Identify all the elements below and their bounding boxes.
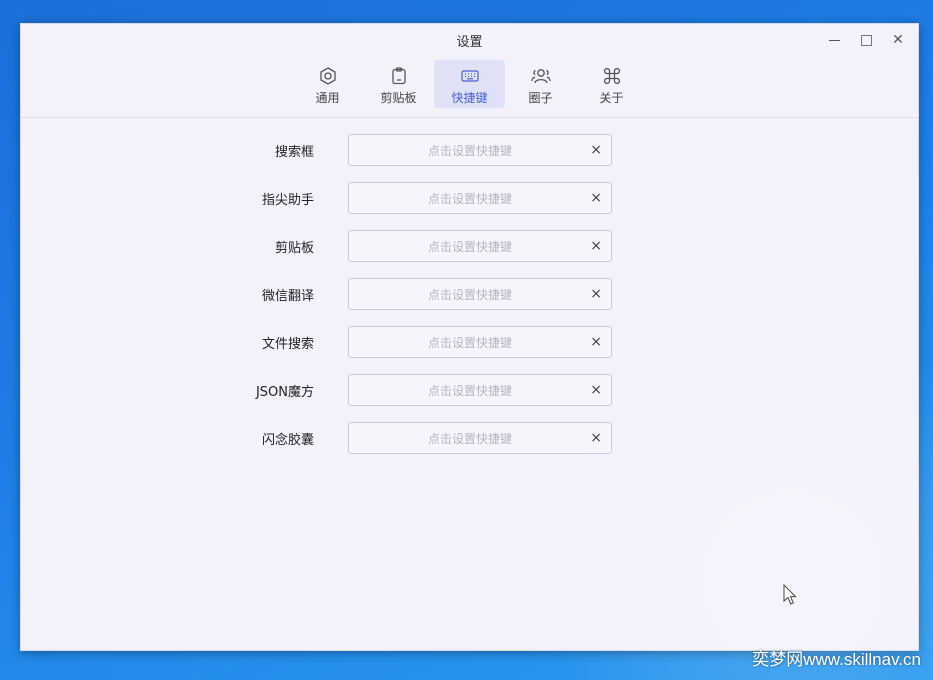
tab-general[interactable]: 通用 — [292, 60, 363, 108]
clear-icon[interactable]: × — [590, 381, 602, 399]
title-bar[interactable]: 设置 ✕ — [21, 24, 918, 54]
shortcut-label: 微信翻译 — [261, 289, 314, 304]
header-divider — [21, 117, 918, 118]
shortcut-label: JSON魔方 — [255, 385, 314, 400]
shortcut-label: 剪贴板 — [274, 241, 314, 256]
window-title: 设置 — [456, 35, 483, 50]
clipboard-icon — [388, 65, 410, 87]
shortcut-label: 指尖助手 — [261, 193, 314, 208]
shortcut-input-wechat-translate[interactable]: 点击设置快捷键 × — [348, 278, 612, 310]
tab-circle[interactable]: 圈子 — [505, 60, 576, 108]
shortcut-placeholder: 点击设置快捷键 — [427, 240, 512, 254]
minimize-button[interactable] — [818, 28, 850, 52]
maximize-icon — [860, 34, 872, 46]
tab-circle-label: 圈子 — [528, 91, 553, 105]
clear-icon[interactable]: × — [590, 333, 602, 351]
tab-shortcuts[interactable]: 快捷键 — [434, 60, 505, 108]
clear-icon[interactable]: × — [590, 285, 602, 303]
window-controls: ✕ — [818, 28, 914, 52]
watermark: 奕梦网www.skillnav.cn — [752, 650, 921, 669]
shortcut-input-flash-capsule[interactable]: 点击设置快捷键 × — [348, 422, 612, 454]
clear-icon[interactable]: × — [590, 141, 602, 159]
tab-about-label: 关于 — [599, 91, 624, 105]
mouse-pointer-icon — [783, 583, 797, 610]
shortcut-placeholder: 点击设置快捷键 — [427, 144, 512, 158]
maximize-button[interactable] — [850, 28, 882, 52]
desktop: 设置 ✕ 通用 剪贴板 快捷键 圈子 关于 搜索框 点击设置快捷键 × 指尖助手… — [0, 0, 933, 680]
clear-icon[interactable]: × — [590, 237, 602, 255]
shortcut-label: 搜索框 — [274, 145, 314, 160]
close-icon: ✕ — [892, 32, 904, 48]
settings-window: 设置 ✕ 通用 剪贴板 快捷键 圈子 关于 搜索框 点击设置快捷键 × 指尖助手… — [20, 23, 919, 651]
close-button[interactable]: ✕ — [882, 28, 914, 52]
tab-shortcuts-label: 快捷键 — [451, 91, 488, 105]
tab-clipboard[interactable]: 剪贴板 — [363, 60, 434, 108]
shortcut-placeholder: 点击设置快捷键 — [427, 192, 512, 206]
shortcut-input-fingertip[interactable]: 点击设置快捷键 × — [348, 182, 612, 214]
group-icon — [530, 65, 552, 87]
shortcut-label: 文件搜索 — [261, 337, 314, 352]
shortcut-placeholder: 点击设置快捷键 — [427, 336, 512, 350]
shortcut-row-json-cube: JSON魔方 点击设置快捷键 × — [21, 374, 918, 406]
keyboard-icon — [459, 65, 481, 87]
shortcut-label: 闪念胶囊 — [261, 433, 314, 448]
shortcut-placeholder: 点击设置快捷键 — [427, 384, 512, 398]
shortcut-input-file-search[interactable]: 点击设置快捷键 × — [348, 326, 612, 358]
tab-general-label: 通用 — [315, 91, 340, 105]
clear-icon[interactable]: × — [590, 189, 602, 207]
minimize-icon — [828, 39, 840, 41]
settings-tabs: 通用 剪贴板 快捷键 圈子 关于 — [21, 60, 918, 108]
shortcut-placeholder: 点击设置快捷键 — [427, 432, 512, 446]
shortcut-row-fingertip: 指尖助手 点击设置快捷键 × — [21, 182, 918, 214]
shortcut-placeholder: 点击设置快捷键 — [427, 288, 512, 302]
shortcut-input-json-cube[interactable]: 点击设置快捷键 × — [348, 374, 612, 406]
shortcut-row-wechat-translate: 微信翻译 点击设置快捷键 × — [21, 278, 918, 310]
hexagon-gear-icon — [317, 65, 339, 87]
shortcut-input-clipboard[interactable]: 点击设置快捷键 × — [348, 230, 612, 262]
tab-about[interactable]: 关于 — [576, 60, 647, 108]
command-icon — [601, 65, 623, 87]
shortcut-row-flash-capsule: 闪念胶囊 点击设置快捷键 × — [21, 422, 918, 454]
shortcut-input-search[interactable]: 点击设置快捷键 × — [348, 134, 612, 166]
tab-clipboard-label: 剪贴板 — [380, 91, 417, 105]
clear-icon[interactable]: × — [590, 429, 602, 447]
shortcut-row-clipboard: 剪贴板 点击设置快捷键 × — [21, 230, 918, 262]
shortcut-row-search: 搜索框 点击设置快捷键 × — [21, 134, 918, 166]
shortcut-row-file-search: 文件搜索 点击设置快捷键 × — [21, 326, 918, 358]
